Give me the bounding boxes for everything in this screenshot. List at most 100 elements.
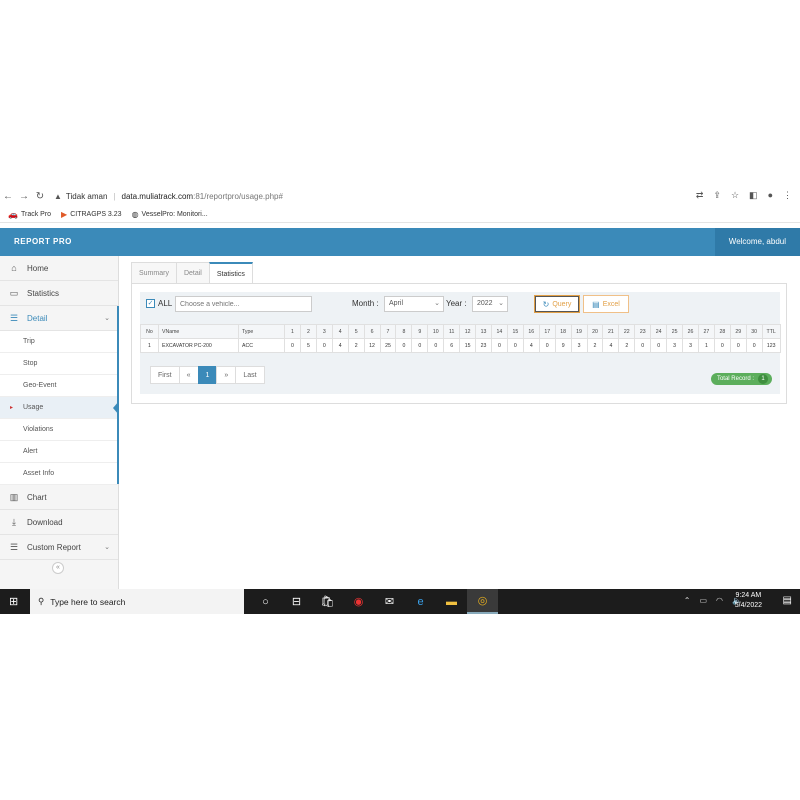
taskbar-search[interactable]: ⚲ Type here to search: [30, 589, 244, 614]
column-header: 19: [570, 324, 588, 339]
file-explorer-icon[interactable]: ▬: [436, 589, 467, 614]
store-icon[interactable]: 🛍: [312, 589, 343, 614]
wifi-icon[interactable]: ◠: [716, 596, 723, 605]
share-icon[interactable]: ⇪: [713, 190, 721, 201]
table-cell: 4: [522, 338, 540, 353]
bookmark-vesselpro[interactable]: ◍ VesselPro: Monitori...: [132, 210, 208, 219]
sidepanel-icon[interactable]: ◧: [749, 190, 758, 201]
column-header: 22: [618, 324, 636, 339]
windows-start-icon[interactable]: ⊞: [9, 595, 18, 608]
widgets-icon[interactable]: ⊟: [281, 589, 312, 614]
car-icon: 🚗: [8, 210, 18, 219]
sidebar-item-custom-report[interactable]: ☰ Custom Report ⌄: [0, 535, 118, 560]
month-select[interactable]: April ⌄: [384, 296, 444, 312]
table-row[interactable]: 1 EXCAVATOR PC-200 ACC 0 5 0 4 2 12 25 0 0 0 6 15 23 0 0 4…: [140, 338, 781, 353]
sidebar-sub-stop[interactable]: Stop: [0, 353, 118, 375]
column-header: VName: [158, 324, 239, 339]
sidebar-sub-asset-info[interactable]: Asset Info: [0, 463, 118, 485]
sidebar-sub-usage[interactable]: Usage: [0, 397, 119, 419]
task-view-icon[interactable]: ○: [250, 589, 281, 614]
pager-last[interactable]: Last: [235, 366, 265, 384]
home-icon: ⌂: [11, 263, 17, 273]
taskbar-clock[interactable]: 9:24 AM 5/4/2022: [735, 591, 762, 611]
pager-first[interactable]: First: [150, 366, 180, 384]
battery-icon[interactable]: ▭: [699, 596, 707, 605]
table-cell: 4: [331, 338, 349, 353]
table-cell: 25: [379, 338, 397, 353]
sidebar-item-chart[interactable]: ▥ Chart: [0, 485, 118, 510]
year-select[interactable]: 2022 ⌄: [472, 296, 508, 312]
pager-current[interactable]: 1: [197, 366, 218, 384]
sidebar-item-label: Chart: [27, 492, 47, 502]
sidebar-sub-alert[interactable]: Alert: [0, 441, 118, 463]
back-icon[interactable]: ←: [0, 191, 16, 202]
tab-summary[interactable]: Summary: [131, 262, 177, 283]
tab-statistics[interactable]: Statistics: [208, 262, 253, 283]
statistics-content: ✓ ALL Month : April ⌄ Year : 2022 ⌄ ↻ Qu…: [140, 292, 781, 394]
edge-icon[interactable]: e: [405, 589, 436, 614]
all-checkbox[interactable]: ✓: [146, 299, 155, 308]
clock-time: 9:24 AM: [735, 592, 762, 599]
system-tray: ⌃ ▭ ◠ 🔈: [684, 596, 742, 605]
sidebar-sub-trip[interactable]: Trip: [0, 331, 118, 353]
total-record-count: 1: [758, 374, 768, 384]
table-cell: 1: [697, 338, 715, 353]
browser-toolbar: ← → ↻ ▲ Tidak aman | data.muliatrack.com…: [0, 186, 800, 206]
table-cell: 6: [443, 338, 461, 353]
column-header: 10: [427, 324, 445, 339]
star-icon[interactable]: ☆: [731, 190, 739, 201]
notification-icon[interactable]: ▤: [783, 595, 792, 606]
column-header: 5: [347, 324, 365, 339]
query-button[interactable]: ↻ Query: [534, 295, 580, 313]
sidebar-collapse-button[interactable]: «: [52, 562, 64, 574]
column-header: 28: [713, 324, 731, 339]
excel-label: Excel: [602, 300, 620, 308]
monitor-icon: ▭: [9, 287, 19, 298]
file-excel-icon: ▤: [592, 299, 600, 309]
app-logo[interactable]: REPORT PRO: [14, 237, 72, 246]
sidebar-sub-violations[interactable]: Violations: [0, 419, 118, 441]
column-header: 13: [475, 324, 492, 339]
vehicle-input[interactable]: [175, 296, 312, 312]
menu-icon[interactable]: ⋮: [783, 190, 792, 201]
all-label: ALL: [158, 299, 173, 308]
browser-actions: ⇄ ⇪ ☆ ◧ ● ⋮: [696, 190, 792, 201]
chevron-up-icon[interactable]: ⌃: [684, 596, 691, 605]
sidebar-item-label: Download: [27, 517, 63, 527]
column-header: 14: [490, 324, 508, 339]
table-cell: 0: [490, 338, 508, 353]
url-host: data.muliatrack.com: [121, 191, 194, 201]
pager-next[interactable]: »: [216, 366, 237, 384]
sidebar-item-label: Custom Report: [27, 542, 81, 552]
excel-button[interactable]: ▤ Excel: [583, 295, 629, 313]
profile-avatar-icon[interactable]: ●: [768, 190, 773, 201]
address-separator: |: [113, 191, 116, 201]
address-bar[interactable]: ▲ Tidak aman | data.muliatrack.com:81/re…: [54, 192, 283, 201]
table-cell: 0: [411, 338, 429, 353]
media-app-icon[interactable]: ◉: [343, 589, 374, 614]
translate-icon[interactable]: ⇄: [696, 190, 704, 201]
column-header: 30: [745, 324, 763, 339]
sidebar-item-home[interactable]: ⌂ Home: [0, 256, 118, 281]
mail-icon[interactable]: ✉: [374, 589, 405, 614]
reload-icon[interactable]: ↻: [32, 191, 48, 202]
welcome-user[interactable]: Welcome, abdul: [714, 228, 800, 256]
sidebar-item-detail[interactable]: ☰ Detail ⌄: [0, 306, 118, 331]
sidebar-item-statistics[interactable]: ▭ Statistics: [0, 281, 118, 306]
tab-detail[interactable]: Detail: [175, 262, 210, 283]
sidebar-item-label: Statistics: [27, 288, 60, 298]
forward-icon[interactable]: →: [16, 191, 32, 202]
bookmark-citragps[interactable]: ▶ CITRAGPS 3.23: [61, 210, 122, 219]
table-cell: 1: [140, 338, 159, 353]
sidebar-sub-geo-event[interactable]: Geo-Event: [0, 375, 118, 397]
pager-prev[interactable]: «: [178, 366, 199, 384]
chrome-icon[interactable]: ◎: [467, 589, 498, 614]
table-cell: 0: [729, 338, 747, 353]
table-cell: 0: [650, 338, 668, 353]
taskbar-apps: ○ ⊟ 🛍 ◉ ✉ e ▬ ◎: [250, 589, 498, 614]
column-header: 6: [363, 324, 381, 339]
bookmark-label: VesselPro: Monitori...: [141, 211, 208, 218]
sidebar-item-download[interactable]: ⤓ Download: [0, 510, 118, 535]
table-cell: 0: [395, 338, 413, 353]
bookmark-track-pro[interactable]: 🚗 Track Pro: [8, 210, 51, 219]
